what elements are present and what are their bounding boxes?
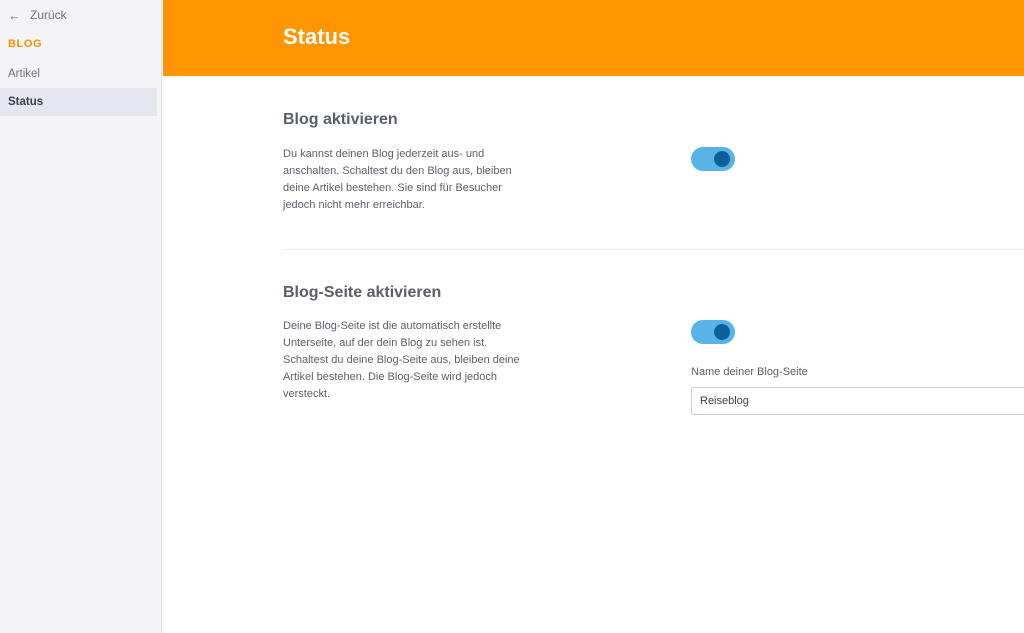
blog-activate-toggle[interactable] (691, 147, 735, 171)
page-header: Status (163, 0, 1024, 76)
blog-activate-heading: Blog aktivieren (283, 111, 398, 128)
section-divider (283, 249, 1024, 250)
blog-page-activate-heading: Blog-Seite aktivieren (283, 284, 442, 301)
back-label: Zurück (30, 8, 67, 22)
back-link[interactable]: ← Zurück (8, 6, 67, 24)
blog-page-name-input[interactable] (691, 387, 1024, 415)
sidebar: ← Zurück BLOG Artikel Status (0, 0, 162, 633)
arrow-left-icon: ← (8, 7, 21, 23)
page-title: Status (283, 24, 351, 49)
sidebar-section-title: BLOG (8, 38, 43, 50)
toggle-knob (714, 324, 730, 340)
toggle-knob (714, 151, 730, 167)
sidebar-item-label: Status (8, 96, 44, 108)
blog-activate-description: Du kannst deinen Blog jederzeit aus- und… (283, 148, 512, 211)
blog-page-activate-description: Deine Blog-Seite ist die automatisch ers… (283, 320, 520, 400)
sidebar-item-articles[interactable]: Artikel (0, 60, 157, 88)
sidebar-item-label: Artikel (8, 68, 40, 80)
blog-page-name-label: Name deiner Blog-Seite (691, 366, 808, 378)
blog-page-activate-toggle[interactable] (691, 320, 735, 344)
sidebar-item-status[interactable]: Status (0, 88, 157, 116)
